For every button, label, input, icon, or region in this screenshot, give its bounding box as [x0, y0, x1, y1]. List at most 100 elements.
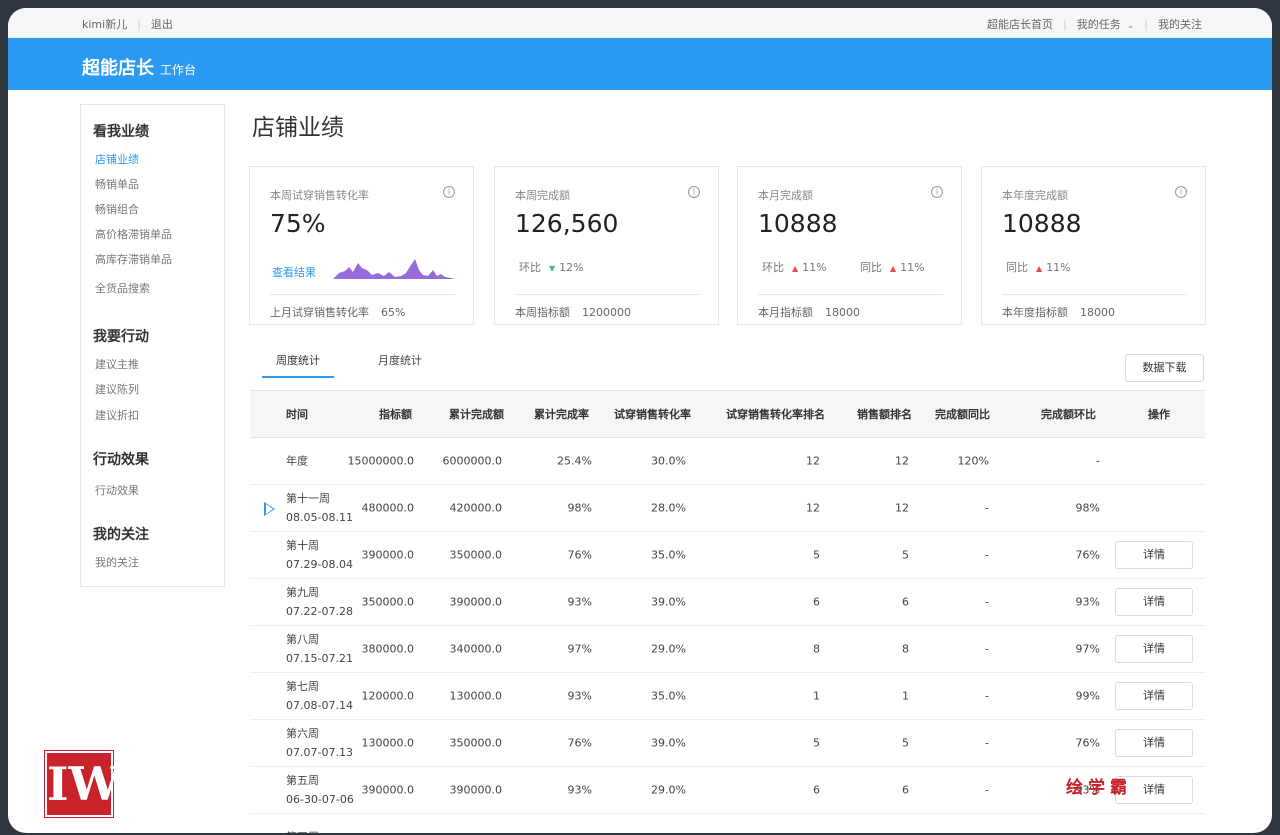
- sidebar-item-suggest-promote[interactable]: 建议主推: [95, 356, 139, 372]
- period-name: 第十周: [286, 539, 319, 552]
- sidebar-item-product-search[interactable]: 全货品搜索: [95, 280, 150, 296]
- compare-label: 同比: [1006, 261, 1028, 274]
- info-icon[interactable]: i: [443, 186, 455, 198]
- sidebar-item-my-follow[interactable]: 我的关注: [95, 554, 139, 570]
- done-cell: 6000000.0: [442, 454, 503, 468]
- sidebar-group-title: 行动效果: [93, 452, 149, 468]
- period-name: 第五周: [286, 774, 319, 787]
- conversion-rank-cell: 12: [806, 454, 820, 468]
- target-cell: 390000.0: [361, 783, 415, 797]
- kpi-card-conversion: 本周试穿销售转化率 i 75% 查看结果 上月试穿销售转化率 65%: [249, 166, 474, 325]
- conversion-cell: 29.0%: [651, 783, 686, 797]
- card-value: 10888: [758, 209, 838, 238]
- period-range: 06-30-07-06: [286, 793, 354, 806]
- mom-compare: 环比 ▲ 11%: [762, 259, 827, 275]
- yoy-cell: -: [985, 783, 989, 797]
- divider: [758, 294, 943, 295]
- period-range: 08.05-08.11: [286, 511, 353, 524]
- detail-button[interactable]: 详情: [1115, 541, 1193, 569]
- table-row: 年度 15000000.0 6000000.0 25.4% 30.0% 12 12 120% -: [250, 438, 1205, 485]
- sidebar-item-high-price-slow[interactable]: 高价格滞销单品: [95, 226, 172, 242]
- sidebar-item-suggest-discount[interactable]: 建议折扣: [95, 407, 139, 423]
- mom-cell: 76%: [1075, 736, 1100, 750]
- home-link[interactable]: 超能店长首页: [987, 16, 1053, 32]
- sidebar-item-high-stock-slow[interactable]: 高库存滞销单品: [95, 251, 172, 267]
- col-header: 指标额: [379, 408, 412, 421]
- done-cell: 350000.0: [449, 736, 503, 750]
- divider: |: [1063, 17, 1067, 31]
- target-cell: 350000.0: [361, 595, 415, 609]
- tab-weekly[interactable]: 周度统计: [262, 348, 334, 378]
- conversion-rank-cell: 6: [813, 783, 820, 797]
- info-icon[interactable]: i: [1175, 186, 1187, 198]
- done-cell: 390000.0: [449, 595, 503, 609]
- period-name: 第九周: [286, 586, 319, 599]
- divider: |: [1144, 17, 1148, 31]
- conversion-cell: 29.0%: [651, 642, 686, 656]
- sidebar-item-best-combos[interactable]: 畅销组合: [95, 201, 139, 217]
- divider: [1002, 294, 1187, 295]
- col-header: 完成额同比: [935, 408, 990, 421]
- triangle-up-icon: ▲: [792, 264, 799, 273]
- yoy-cell: -: [985, 548, 989, 562]
- yoy-cell: -: [985, 595, 989, 609]
- triangle-up-icon: ▲: [1036, 264, 1043, 273]
- period-name: 第八周: [286, 633, 319, 646]
- brand-title[interactable]: 超能店长 工作台: [82, 54, 196, 80]
- period-range: 07.07-07.13: [286, 746, 353, 759]
- sales-rank-cell: 8: [902, 642, 909, 656]
- mom-cell: 76%: [1075, 548, 1100, 562]
- detail-button[interactable]: 详情: [1115, 588, 1193, 616]
- detail-button[interactable]: 详情: [1115, 635, 1193, 663]
- card-label: 本周完成额: [515, 189, 570, 202]
- compare-value: 11%: [802, 261, 827, 274]
- period-cell: 第九周 07.22-07.28: [286, 583, 353, 621]
- done-cell: 390000.0: [449, 783, 503, 797]
- sales-rank-cell: 12: [895, 454, 909, 468]
- conversion-rank-cell: 12: [806, 501, 820, 515]
- period-name: 第四周: [286, 828, 319, 834]
- detail-button[interactable]: 详情: [1115, 682, 1193, 710]
- sidebar-item-action-effect[interactable]: 行动效果: [95, 482, 139, 498]
- card-footer: 本周指标额 1200000: [515, 304, 631, 320]
- footer-value: 1200000: [582, 306, 631, 319]
- mom-cell: 99%: [1075, 689, 1100, 703]
- mom-cell: 98%: [1075, 501, 1100, 515]
- target-cell: 390000.0: [361, 548, 415, 562]
- tab-monthly[interactable]: 月度统计: [364, 348, 436, 378]
- sidebar-group-title: 我要行动: [93, 329, 149, 345]
- table-row: 第八周 07.15-07.21 380000.0 340000.0 97% 29.0% 8 8…: [250, 626, 1205, 673]
- detail-button[interactable]: 详情: [1115, 729, 1193, 757]
- sidebar: 看我业绩 店铺业绩 畅销单品 畅销组合 高价格滞销单品 高库存滞销单品 全货品搜…: [80, 104, 225, 587]
- info-icon[interactable]: i: [688, 186, 700, 198]
- card-value: 126,560: [515, 209, 619, 238]
- sidebar-item-suggest-display[interactable]: 建议陈列: [95, 381, 139, 397]
- view-results-link[interactable]: 查看结果: [272, 264, 316, 280]
- my-follow-link[interactable]: 我的关注: [1158, 16, 1202, 32]
- stats-tabs: 周度统计 月度统计: [262, 348, 436, 378]
- info-icon[interactable]: i: [931, 186, 943, 198]
- period-range: 07.29-08.04: [286, 558, 353, 571]
- table-row: 第六周 07.07-07.13 130000.0 350000.0 76% 39.0% 5 5…: [250, 720, 1205, 767]
- kpi-card-weekly: 本周完成额 i 126,560 环比 ▼ 12% 本周指标额 1200000: [494, 166, 719, 325]
- conversion-cell: 35.0%: [651, 689, 686, 703]
- logout-link[interactable]: 退出: [151, 16, 173, 32]
- card-label: 本周试穿销售转化率: [270, 189, 369, 202]
- yoy-cell: -: [985, 501, 989, 515]
- compare-label: 同比: [860, 261, 882, 274]
- period-range: 07.22-07.28: [286, 605, 353, 618]
- download-button[interactable]: 数据下载: [1125, 354, 1204, 382]
- yoy-cell: -: [985, 642, 989, 656]
- done-cell: 350000.0: [449, 548, 503, 562]
- compare-label: 环比: [762, 261, 784, 274]
- period-range: 07.15-07.21: [286, 652, 353, 665]
- sidebar-item-store-performance[interactable]: 店铺业绩: [95, 151, 139, 167]
- my-tasks-label: 我的任务: [1076, 18, 1121, 31]
- sidebar-item-bestsellers[interactable]: 畅销单品: [95, 176, 139, 192]
- play-icon[interactable]: [264, 502, 275, 516]
- period-name: 第十一周: [286, 492, 330, 505]
- footer-value: 65%: [381, 306, 406, 319]
- col-header: 时间: [286, 408, 308, 421]
- conversion-cell: 28.0%: [651, 501, 686, 515]
- my-tasks-menu[interactable]: 我的任务 ⌄: [1077, 16, 1135, 32]
